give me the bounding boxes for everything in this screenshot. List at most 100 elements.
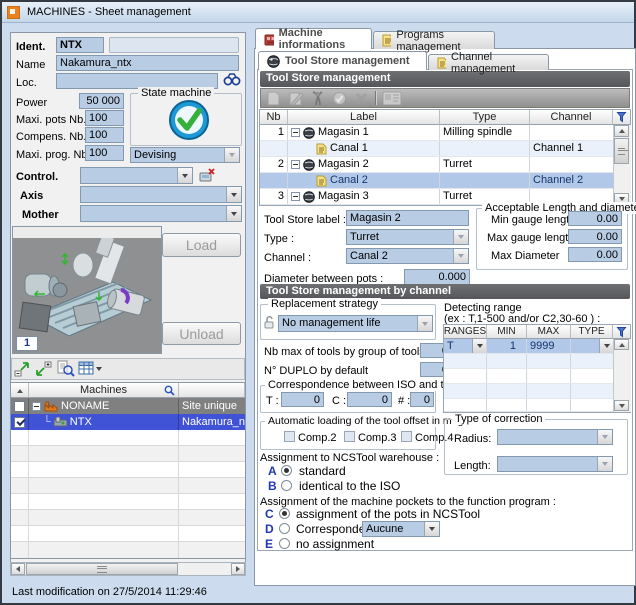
expand-all-icon[interactable] <box>34 361 52 377</box>
no-assignment-radio[interactable] <box>279 538 290 549</box>
power-field[interactable]: 50 000 <box>79 93 124 109</box>
card-icon[interactable] <box>382 91 402 106</box>
new-item-icon[interactable] <box>265 91 282 106</box>
mother-select[interactable] <box>80 205 242 222</box>
empty-row[interactable] <box>11 526 245 542</box>
empty-row[interactable] <box>11 478 245 494</box>
tab-machine-informations[interactable]: Machine informations <box>255 28 372 49</box>
empty-row[interactable] <box>11 462 245 478</box>
collapse-all-icon[interactable] <box>14 361 32 377</box>
scroll-thumb[interactable] <box>614 138 629 164</box>
dropdown-arrow[interactable] <box>599 339 613 353</box>
dropdown-arrow[interactable] <box>417 316 432 331</box>
filter-icon[interactable] <box>616 111 627 123</box>
scroll-up-button[interactable] <box>614 125 629 137</box>
machine-row-selected[interactable]: └ NTX Nakamura_ntx <box>11 414 245 430</box>
axis-select[interactable] <box>80 186 242 203</box>
scroll-down-button[interactable] <box>614 400 629 411</box>
empty-row[interactable] <box>11 542 245 558</box>
dropdown-arrow[interactable] <box>226 187 241 202</box>
corr-hash-field[interactable]: 0 <box>410 392 434 407</box>
columns-grid-icon[interactable] <box>78 361 94 375</box>
dropdown-arrow[interactable] <box>472 339 486 353</box>
dropdown-arrow[interactable] <box>597 457 612 471</box>
dropdown-arrow[interactable] <box>597 430 612 444</box>
dropdown-arrow[interactable] <box>453 249 468 263</box>
ident-secondary-field[interactable] <box>109 37 239 53</box>
max-gauge-field[interactable]: 0.00 <box>568 229 622 244</box>
channel-select[interactable]: Canal 2 <box>346 248 469 264</box>
detecting-empty-row[interactable] <box>444 384 613 399</box>
detecting-empty-row[interactable] <box>444 369 613 384</box>
scroll-left-button[interactable] <box>11 563 25 575</box>
max-diameter-field[interactable]: 0.00 <box>568 247 622 262</box>
search-list-icon[interactable] <box>56 360 75 377</box>
corr-c-field[interactable]: 0 <box>347 392 392 407</box>
detecting-empty-row[interactable] <box>444 354 613 369</box>
empty-row[interactable] <box>11 446 245 462</box>
control-device-icon[interactable] <box>199 168 216 184</box>
empty-row[interactable] <box>11 510 245 526</box>
strategy-select[interactable]: No management life <box>278 315 433 332</box>
type-select[interactable]: Turret <box>346 229 469 245</box>
scroll-right-button[interactable] <box>231 563 245 575</box>
diameter-field[interactable]: 0.000 <box>404 269 470 285</box>
corr-t-field[interactable]: 0 <box>281 392 324 407</box>
machine-checkbox[interactable] <box>14 417 25 428</box>
pots-ncstool-radio[interactable] <box>279 508 290 519</box>
maxi-prog-field[interactable]: 100 <box>85 145 124 161</box>
radius-select[interactable] <box>497 429 613 445</box>
load-button[interactable]: Load <box>162 233 241 257</box>
control-select[interactable] <box>80 167 193 184</box>
scroll-up-button[interactable] <box>614 339 629 350</box>
empty-row[interactable] <box>11 494 245 510</box>
edit-item-icon[interactable] <box>287 91 304 106</box>
dropdown-arrow[interactable] <box>424 522 439 536</box>
title-bar[interactable]: MACHINES - Sheet management <box>2 2 634 23</box>
standard-radio[interactable] <box>281 465 292 476</box>
comp2-checkbox[interactable] <box>284 431 295 442</box>
dropdown-arrow[interactable] <box>224 148 239 162</box>
tool-table-row-selected[interactable]: Canal 2 Channel 2 <box>260 173 613 189</box>
machines-list-header[interactable]: Machines <box>11 383 245 398</box>
maxi-pots-field[interactable]: 100 <box>85 110 124 126</box>
delete-icon[interactable] <box>353 91 370 106</box>
validate-icon[interactable] <box>331 91 348 106</box>
identical-iso-radio[interactable] <box>281 480 292 491</box>
grid-menu-arrow[interactable] <box>96 367 102 371</box>
comp4-checkbox[interactable] <box>401 431 412 442</box>
unload-button[interactable]: Unload <box>162 322 241 345</box>
correspondence-base-radio[interactable] <box>279 523 290 534</box>
length-select[interactable] <box>497 456 613 472</box>
compens-field[interactable]: 100 <box>85 127 124 143</box>
collapse-expander-icon[interactable] <box>291 192 300 201</box>
subtab-channel-management[interactable]: Channel management <box>428 54 549 70</box>
machine-group-row[interactable]: NONAME Site unique <box>11 398 245 414</box>
tab-programs-management[interactable]: Programs management <box>373 31 495 49</box>
collapse-expander-icon[interactable] <box>32 402 41 411</box>
detecting-header[interactable]: RANGES MIN MAX TYPE <box>444 325 630 339</box>
comp3-checkbox[interactable] <box>344 431 355 442</box>
detecting-row-selected[interactable]: T 1 9999 <box>444 339 613 354</box>
dropdown-arrow[interactable] <box>453 230 468 244</box>
subtab-tool-store-management[interactable]: Tool Store management <box>258 51 427 70</box>
search-icon[interactable] <box>164 385 175 396</box>
tool-table-header[interactable]: Nb Label Type Channel <box>260 110 630 125</box>
scroll-thumb[interactable] <box>26 563 178 575</box>
filter-icon[interactable] <box>616 326 627 338</box>
collapse-expander-icon[interactable] <box>291 128 300 137</box>
collapse-expander-icon[interactable] <box>291 160 300 169</box>
empty-row[interactable] <box>11 430 245 446</box>
dropdown-arrow[interactable] <box>226 206 241 221</box>
caliper-tool-icon[interactable] <box>309 91 326 106</box>
tool-table-row[interactable]: Canal 1 Channel 1 <box>260 141 613 157</box>
tool-table-row[interactable]: 1 Magasin 1 Milling spindle <box>260 125 613 141</box>
name-field[interactable]: Nakamura_ntx <box>56 55 239 71</box>
tool-store-label-field[interactable]: Magasin 2 <box>346 210 469 226</box>
detecting-empty-row[interactable] <box>444 399 613 412</box>
ident-field[interactable]: NTX <box>56 37 104 53</box>
dropdown-arrow[interactable] <box>177 168 192 183</box>
state-machine-select[interactable]: Devising <box>130 147 240 163</box>
min-gauge-field[interactable]: 0.00 <box>568 211 622 226</box>
correspondence-base-select[interactable]: Aucune <box>362 521 440 537</box>
